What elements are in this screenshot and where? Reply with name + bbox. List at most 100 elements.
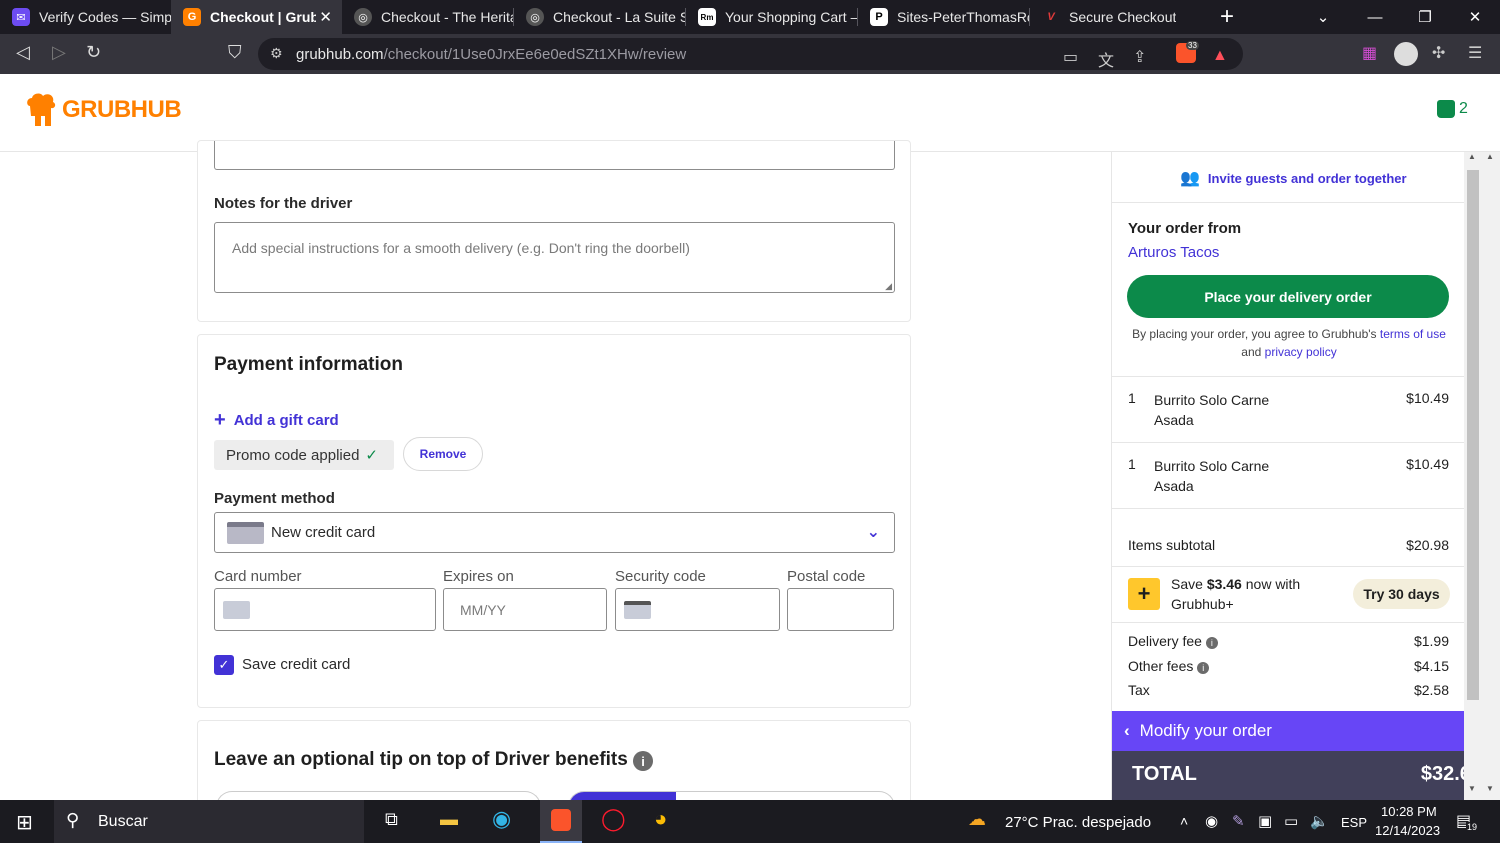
terms-link[interactable]: terms of use	[1380, 327, 1446, 341]
reload-icon[interactable]: ↻	[86, 42, 101, 63]
menu-icon[interactable]: ☰	[1468, 43, 1482, 63]
postal-code-input[interactable]	[787, 588, 894, 631]
windows-start-icon[interactable]: ⊞	[16, 810, 33, 835]
payment-title: Payment information	[214, 354, 403, 375]
scroll-up-icon[interactable]: ▲	[1468, 152, 1476, 161]
taskbar-search[interactable]: ⚲ Buscar	[54, 800, 364, 843]
browser-toolbar: ◁ ▷ ↻ ⛉ ⚙ grubhub.com/checkout/1Use0JrxE…	[0, 34, 1500, 74]
tab-shopping-cart[interactable]: Rm Your Shopping Cart – I	[686, 0, 857, 34]
brave-rewards-icon[interactable]: ▲	[1212, 47, 1228, 65]
clock-time[interactable]: 10:28 PM	[1381, 804, 1437, 819]
extensions-puzzle-icon[interactable]: ✣	[1432, 43, 1445, 63]
weather-text[interactable]: 27°C Prac. despejado	[1005, 814, 1151, 831]
network-icon[interactable]: ▭	[1284, 812, 1298, 830]
restore-button[interactable]: ❐	[1400, 0, 1450, 34]
card-number-label: Card number	[214, 568, 302, 585]
scroll-up-icon[interactable]: ▲	[1486, 152, 1494, 161]
payment-card: Payment information + Add a gift card Pr…	[197, 334, 911, 708]
chrome-icon[interactable]: ◕	[654, 806, 667, 832]
address-bar[interactable]: ⚙ grubhub.com/checkout/1Use0JrxEe6e0edSZ…	[258, 38, 1243, 70]
translate-icon[interactable]: 文	[1098, 47, 1114, 71]
new-tab-button[interactable]: +	[1220, 3, 1234, 31]
minimize-button[interactable]: —	[1350, 0, 1400, 34]
cast-icon[interactable]: ▭	[1063, 47, 1078, 67]
back-icon[interactable]: ◁	[16, 42, 30, 63]
cart-bag[interactable]: 2	[1437, 100, 1468, 118]
tab-title: Checkout | Grubh	[210, 9, 316, 25]
tab-grubhub-checkout[interactable]: G Checkout | Grubh ✕	[171, 0, 342, 34]
info-icon[interactable]: i	[1205, 637, 1218, 649]
tab-lasuite-checkout[interactable]: ◎ Checkout - La Suite Sk	[514, 0, 685, 34]
close-icon[interactable]: ✕	[319, 8, 332, 26]
file-explorer-icon[interactable]: ▬	[440, 809, 458, 830]
item-price: $10.49	[1406, 456, 1449, 472]
tab-secure-checkout[interactable]: V Secure Checkout	[1030, 0, 1201, 34]
site-settings-icon[interactable]: ⚙	[270, 45, 283, 62]
opera-icon[interactable]: ◯	[601, 806, 626, 832]
save-card-label[interactable]: Save credit card	[242, 656, 350, 673]
clock-date[interactable]: 12/14/2023	[1375, 823, 1440, 838]
promo-save-text: Save $3.46 now with Grubhub+	[1171, 576, 1301, 612]
order-item[interactable]: 1 Burrito Solo Carne Asada $10.49	[1112, 443, 1465, 509]
share-icon[interactable]: ⇪	[1133, 47, 1146, 67]
forward-icon[interactable]: ▷	[52, 42, 66, 63]
info-icon[interactable]: i	[1197, 662, 1210, 674]
expires-label: Expires on	[443, 568, 514, 585]
restaurant-link[interactable]: Arturos Tacos	[1128, 244, 1219, 261]
security-code-input[interactable]	[615, 588, 780, 631]
logo-text: GRUBHUB	[62, 96, 182, 123]
payment-method-select[interactable]: New credit card ⌄	[214, 512, 895, 553]
page-scrollbar[interactable]: ▲ ▼	[1464, 152, 1482, 800]
save-card-checkbox[interactable]: ✓	[214, 655, 234, 675]
privacy-link[interactable]: privacy policy	[1265, 345, 1337, 359]
profile-avatar[interactable]	[1394, 42, 1418, 66]
bookmark-icon[interactable]: ⛉	[228, 42, 242, 63]
delivery-fee-label: Delivery fee i	[1128, 633, 1218, 649]
item-name: Burrito Solo Carne Asada	[1154, 392, 1270, 428]
grubhub-logo[interactable]: GRUBHUB	[24, 92, 182, 128]
remove-promo-button[interactable]: Remove	[403, 437, 483, 471]
modify-order-bar[interactable]: ‹ Modify your order	[1112, 711, 1482, 751]
brave-taskbar-icon[interactable]	[540, 800, 582, 843]
task-view-icon[interactable]: ⧉	[385, 809, 398, 830]
windows-taskbar: ⊞ ⚲ Buscar ⧉ ▬ ◉ ◯ ◕ ☁ 27°C Prac. despej…	[0, 800, 1500, 843]
outer-scrollbar[interactable]: ▲ ▼	[1482, 152, 1500, 800]
mail-icon: ✉	[12, 8, 30, 26]
tab-verify-codes[interactable]: ✉ Verify Codes — Simply	[0, 0, 171, 34]
tab-heritage-checkout[interactable]: ◎ Checkout - The Herita	[342, 0, 513, 34]
invite-guests-link[interactable]: 👥 Invite guests and order together	[1180, 168, 1407, 188]
scroll-down-icon[interactable]: ▼	[1468, 784, 1476, 793]
tab-peterthomasroth[interactable]: P Sites-PeterThomasRot	[858, 0, 1029, 34]
expires-placeholder: MM/YY	[460, 602, 506, 618]
try-grubhub-plus-button[interactable]: Try 30 days	[1353, 579, 1450, 609]
delivery-fee-value: $1.99	[1413, 633, 1449, 649]
close-window-button[interactable]: ✕	[1450, 0, 1500, 34]
meet-icon[interactable]: ▣	[1258, 812, 1272, 830]
url-text[interactable]: grubhub.com/checkout/1Use0JrxEe6e0edSZt1…	[296, 46, 686, 63]
card-number-input[interactable]	[214, 588, 436, 631]
volume-icon[interactable]: 🔈	[1310, 812, 1329, 830]
place-order-button[interactable]: Place your delivery order	[1127, 275, 1449, 318]
chevron-up-icon[interactable]: ˄	[1180, 813, 1188, 829]
expires-input[interactable]: MM/YY	[443, 588, 607, 631]
edge-icon[interactable]: ◉	[492, 806, 511, 832]
driver-notes-placeholder: Add special instructions for a smooth de…	[232, 240, 690, 256]
grubhub-plus-promo: + Save $3.46 now with Grubhub+ Try 30 da…	[1112, 567, 1465, 623]
previous-field-bottom[interactable]	[214, 141, 895, 170]
order-item[interactable]: 1 Burrito Solo Carne Asada $10.49	[1112, 377, 1465, 443]
language-indicator[interactable]: ESP	[1341, 815, 1367, 830]
tab-list-chevron-icon[interactable]: ⌄	[1298, 0, 1348, 34]
add-gift-card-link[interactable]: + Add a gift card	[214, 409, 339, 432]
record-icon[interactable]: ◉	[1205, 812, 1218, 830]
card-placeholder-icon	[223, 601, 250, 619]
scroll-thumb[interactable]	[1467, 170, 1479, 700]
tab-title: Checkout - The Herita	[381, 9, 513, 25]
pen-icon[interactable]: ✎	[1232, 812, 1245, 830]
info-icon[interactable]: i	[633, 751, 653, 771]
chevron-left-icon: ‹	[1124, 721, 1130, 740]
subtotal-row: Items subtotal $20.98	[1112, 509, 1465, 567]
scroll-down-icon[interactable]: ▼	[1486, 784, 1494, 793]
driver-notes-textarea[interactable]: Add special instructions for a smooth de…	[214, 222, 895, 293]
bag-count: 2	[1459, 100, 1468, 117]
extension-icon[interactable]: ▦	[1362, 43, 1377, 63]
